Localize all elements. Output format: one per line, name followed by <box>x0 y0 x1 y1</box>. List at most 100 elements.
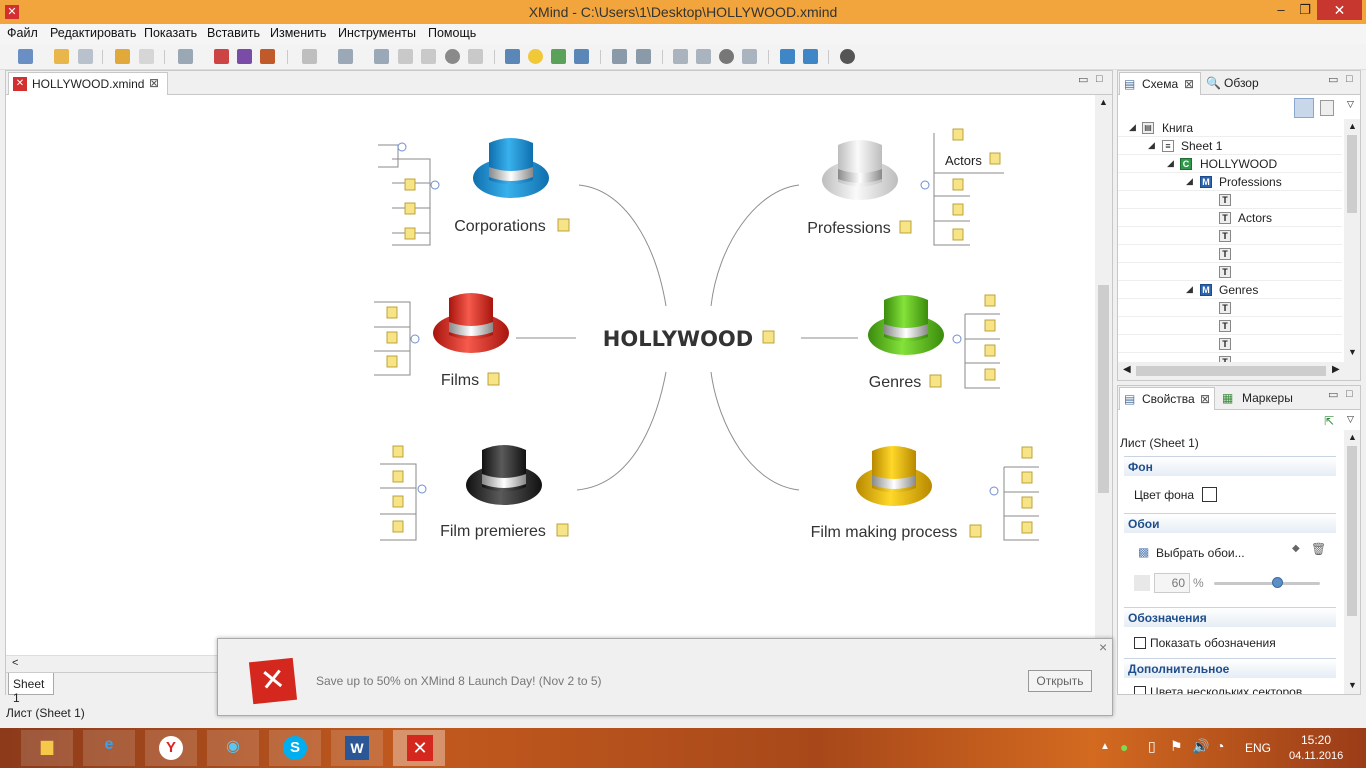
volume-icon[interactable]: 🔊 <box>1192 738 1209 755</box>
share-icon[interactable] <box>803 49 818 64</box>
chevron-down-icon[interactable]: ▽ <box>1347 99 1354 110</box>
section-legend[interactable]: Обозначения <box>1124 607 1336 627</box>
tree-row[interactable]: T <box>1118 317 1342 335</box>
drill-down-icon[interactable] <box>612 49 627 64</box>
battery-icon[interactable]: ▯ <box>1148 738 1156 755</box>
scroll-thumb[interactable] <box>1347 446 1357 616</box>
scroll-thumb[interactable] <box>1136 366 1326 376</box>
menu-tools[interactable]: Инструменты <box>338 26 416 40</box>
presentation-icon[interactable] <box>505 49 520 64</box>
boundary-icon[interactable] <box>237 49 252 64</box>
image-icon[interactable] <box>338 49 353 64</box>
taskbar-explorer[interactable]: ▆ <box>21 730 73 766</box>
scroll-down-icon[interactable]: ▼ <box>1348 347 1357 357</box>
marker-flag-icon[interactable] <box>302 49 317 64</box>
task-icon[interactable] <box>574 49 589 64</box>
label-icon[interactable] <box>398 49 413 64</box>
clock-time[interactable]: 15:20 <box>1301 733 1331 747</box>
tree-row[interactable]: T <box>1118 263 1342 281</box>
tree-row[interactable]: ◢ M Genres <box>1118 281 1342 299</box>
outline-mode-button[interactable] <box>1320 100 1334 116</box>
menu-view[interactable]: Показать <box>144 26 197 40</box>
upload-icon[interactable] <box>780 49 795 64</box>
trash-icon[interactable]: 🗑 <box>1311 542 1326 556</box>
scroll-left-icon[interactable]: ◀ <box>1123 364 1131 375</box>
wallpaper-stepper-icon[interactable]: ◆ <box>1292 543 1300 554</box>
save-icon[interactable] <box>78 49 93 64</box>
multi-color-checkbox[interactable] <box>1134 686 1146 694</box>
find-icon[interactable] <box>742 49 757 64</box>
flag-icon[interactable]: ⚑ <box>1170 738 1183 755</box>
opacity-slider-thumb[interactable] <box>1272 577 1283 588</box>
layout-icon[interactable] <box>673 49 688 64</box>
undo-icon[interactable] <box>115 49 130 64</box>
tree-row[interactable]: T <box>1118 299 1342 317</box>
maximize-button[interactable]: ❐ <box>1293 0 1317 20</box>
opacity-slider[interactable] <box>1214 582 1320 585</box>
tab-overview[interactable]: 🔍 Обзор <box>1204 72 1282 94</box>
tree-row[interactable]: T <box>1118 227 1342 245</box>
outline-vertical-scrollbar[interactable]: ▲ ▼ <box>1344 119 1360 362</box>
tree-row[interactable]: ◢ ≡ Sheet 1 <box>1118 137 1342 155</box>
style-icon[interactable] <box>696 49 711 64</box>
gantt-icon[interactable] <box>551 49 566 64</box>
scroll-left-icon[interactable]: < <box>12 657 18 669</box>
menu-edit[interactable]: Редактировать <box>50 26 136 40</box>
tree-row[interactable]: T Actors <box>1118 209 1342 227</box>
gear-icon[interactable] <box>840 49 855 64</box>
choose-wallpaper[interactable]: Выбрать обои... <box>1156 546 1245 560</box>
timer-icon[interactable] <box>719 49 734 64</box>
open-button[interactable]: Открыть <box>1028 670 1092 692</box>
tab-properties[interactable]: ▤ Свойства ⊠ <box>1119 387 1215 410</box>
outline-horizontal-scrollbar[interactable]: ◀ ▶ <box>1118 362 1360 380</box>
topic-icon[interactable] <box>178 49 193 64</box>
tree-row[interactable]: T <box>1118 191 1342 209</box>
note-icon[interactable] <box>421 49 436 64</box>
tree-row[interactable]: T <box>1118 353 1342 362</box>
close-button[interactable]: ✕ <box>1317 0 1362 20</box>
tree-row[interactable]: ◢ C HOLLYWOOD <box>1118 155 1342 173</box>
outline-tree[interactable]: ◢ ▤ Книга ◢ ≡ Sheet 1 ◢ C HOLLYWOOD ◢ M Professi… <box>1118 119 1344 362</box>
scroll-thumb[interactable] <box>1098 285 1109 493</box>
scroll-up-icon[interactable]: ▲ <box>1099 97 1108 107</box>
taskbar-word[interactable]: W <box>331 730 383 766</box>
clock-date[interactable]: 04.11.2016 <box>1289 750 1343 762</box>
tab-markers[interactable]: ▦ Маркеры <box>1218 387 1308 409</box>
drill-up-icon[interactable] <box>636 49 651 64</box>
section-background[interactable]: Фон <box>1124 456 1336 476</box>
tree-row[interactable]: T <box>1118 245 1342 263</box>
tab-outline[interactable]: ▤ Схема ⊠ <box>1119 72 1201 95</box>
redo-icon[interactable] <box>139 49 154 64</box>
sheet-tab[interactable]: Sheet 1 <box>8 673 54 705</box>
editor-tab[interactable]: ✕ HOLLYWOOD.xmind ⊠ <box>8 72 168 95</box>
properties-vertical-scrollbar[interactable]: ▲ ▼ <box>1344 430 1360 694</box>
menu-modify[interactable]: Изменить <box>270 26 326 40</box>
taskbar-yandex[interactable]: Y <box>145 730 197 766</box>
panel-minimize-button[interactable]: ▭ <box>1328 73 1338 86</box>
audio-icon[interactable] <box>468 49 483 64</box>
section-advanced[interactable]: Дополнительное <box>1124 658 1336 678</box>
language-indicator[interactable]: ENG <box>1245 741 1271 755</box>
tab-close-icon[interactable]: ⊠ <box>1200 392 1210 406</box>
popup-close-icon[interactable]: × <box>1099 639 1107 655</box>
editor-vertical-scrollbar[interactable]: ▲ <box>1095 95 1112 655</box>
scroll-up-icon[interactable]: ▲ <box>1348 432 1357 442</box>
link-editor-button[interactable] <box>1294 98 1314 118</box>
taskbar-ie[interactable]: e <box>83 730 135 766</box>
tray-expand-icon[interactable]: ▲ <box>1100 741 1110 752</box>
taskbar-skype[interactable]: S <box>269 730 321 766</box>
tree-row[interactable]: ◢ M Professions <box>1118 173 1342 191</box>
chevron-down-icon[interactable]: ▽ <box>1347 414 1354 425</box>
wifi-icon[interactable]: ◔ <box>1216 738 1224 754</box>
minimize-button[interactable]: – <box>1269 0 1293 20</box>
attachment-icon[interactable] <box>374 49 389 64</box>
section-wallpaper[interactable]: Обои <box>1124 513 1336 533</box>
scroll-down-icon[interactable]: ▼ <box>1348 680 1357 690</box>
tree-row[interactable]: T <box>1118 335 1342 353</box>
taskbar-xmind[interactable]: ✕ <box>393 730 445 766</box>
mindmap-canvas[interactable]: HOLLYWOOD Corporations Professions Films… <box>6 95 1112 655</box>
brainstorm-icon[interactable] <box>528 49 543 64</box>
tab-close-icon[interactable]: ⊠ <box>149 76 159 90</box>
panel-maximize-button[interactable]: □ <box>1346 73 1353 85</box>
open-folder-icon[interactable] <box>54 49 69 64</box>
